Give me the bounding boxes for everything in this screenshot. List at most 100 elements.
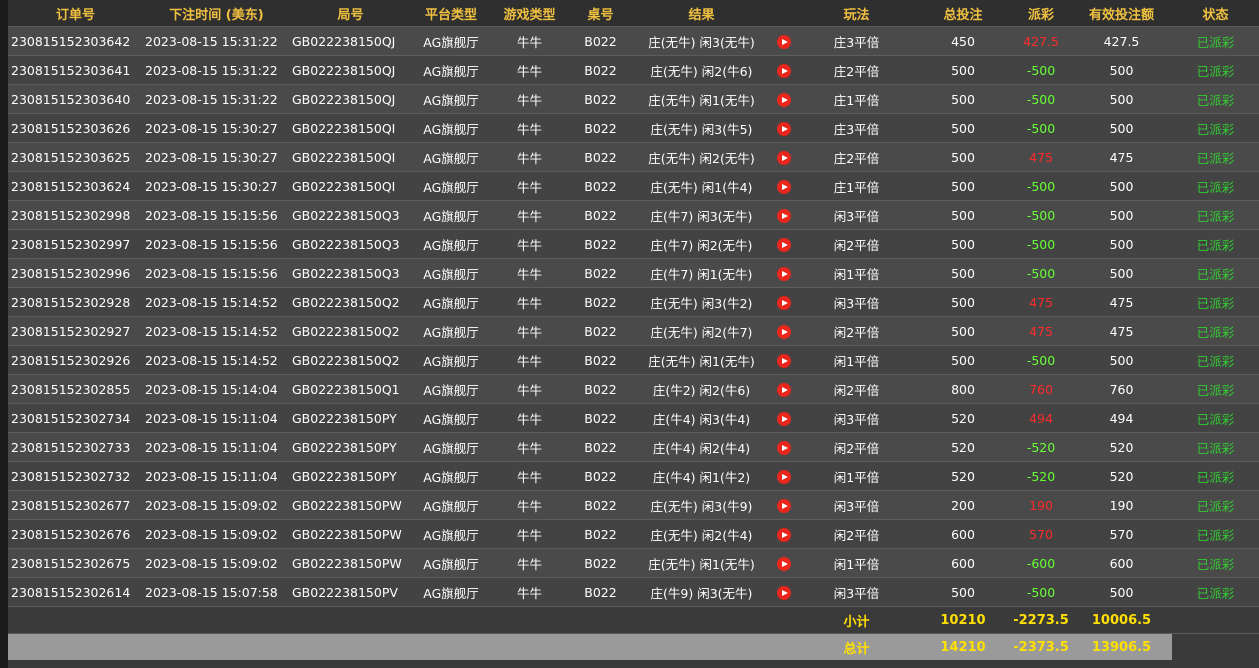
header-play-type: 玩法 [798, 0, 915, 27]
bet-time-cell: 2023-08-15 15:15:56 [143, 229, 290, 259]
table-row: 230815152302996 2023-08-15 15:15:56 GB0222… [8, 258, 1259, 288]
order-no-cell: 230815152302734 [8, 403, 143, 433]
replay-cell[interactable] [770, 577, 798, 607]
platform-cell: AG旗舰厅 [411, 490, 491, 520]
replay-cell[interactable] [770, 490, 798, 520]
replay-cell[interactable] [770, 461, 798, 491]
replay-cell[interactable] [770, 26, 798, 56]
table-no-cell: B022 [568, 316, 633, 346]
play-type-cell: 闲1平倍 [798, 345, 915, 375]
replay-play-icon[interactable] [777, 238, 791, 253]
replay-play-icon[interactable] [777, 412, 791, 427]
platform-cell: AG旗舰厅 [411, 548, 491, 578]
payout-cell: -520 [1011, 432, 1071, 462]
replay-cell[interactable] [770, 142, 798, 172]
replay-cell[interactable] [770, 287, 798, 317]
table-row: 230815152303642 2023-08-15 15:31:22 GB0222… [8, 26, 1259, 56]
replay-play-icon[interactable] [777, 209, 791, 224]
replay-cell[interactable] [770, 548, 798, 578]
round-no-cell: GB022238150QJ [290, 55, 411, 85]
total-bet-cell: 500 [915, 287, 1011, 317]
order-no-cell: 230815152302733 [8, 432, 143, 462]
total-bet-cell: 500 [915, 55, 1011, 85]
replay-play-icon[interactable] [777, 296, 791, 311]
replay-cell[interactable] [770, 403, 798, 433]
replay-play-icon[interactable] [777, 354, 791, 369]
bet-time-cell: 2023-08-15 15:15:56 [143, 258, 290, 288]
replay-cell[interactable] [770, 432, 798, 462]
table-no-cell: B022 [568, 84, 633, 114]
replay-play-icon[interactable] [777, 151, 791, 166]
game-type-cell: 牛牛 [491, 287, 568, 317]
payout-cell: -500 [1011, 258, 1071, 288]
table-row: 230815152302855 2023-08-15 15:14:04 GB0222… [8, 374, 1259, 404]
round-no-cell: GB022238150Q1 [290, 374, 411, 404]
replay-play-icon[interactable] [777, 528, 791, 543]
platform-cell: AG旗舰厅 [411, 258, 491, 288]
result-cell: 庄(牛9) 闲3(无牛) [633, 577, 770, 607]
game-type-cell: 牛牛 [491, 432, 568, 462]
total-bet-cell: 500 [915, 200, 1011, 230]
round-no-cell: GB022238150PW [290, 519, 411, 549]
table-row: 230815152302927 2023-08-15 15:14:52 GB0222… [8, 316, 1259, 346]
status-cell: 已派彩 [1172, 432, 1259, 462]
platform-cell: AG旗舰厅 [411, 403, 491, 433]
header-payout: 派彩 [1011, 0, 1071, 27]
order-no-cell: 230815152302998 [8, 200, 143, 230]
table-no-cell: B022 [568, 374, 633, 404]
replay-play-icon[interactable] [777, 35, 791, 50]
replay-play-icon[interactable] [777, 180, 791, 195]
result-cell: 庄(无牛) 闲2(牛6) [633, 55, 770, 85]
replay-cell[interactable] [770, 113, 798, 143]
replay-cell[interactable] [770, 84, 798, 114]
replay-cell[interactable] [770, 229, 798, 259]
payout-cell: 475 [1011, 287, 1071, 317]
replay-cell[interactable] [770, 345, 798, 375]
table-row: 230815152302998 2023-08-15 15:15:56 GB0222… [8, 200, 1259, 230]
table-no-cell: B022 [568, 26, 633, 56]
replay-cell[interactable] [770, 55, 798, 85]
result-cell: 庄(牛2) 闲2(牛6) [633, 374, 770, 404]
table-no-cell: B022 [568, 55, 633, 85]
replay-cell[interactable] [770, 519, 798, 549]
replay-play-icon[interactable] [777, 325, 791, 340]
bet-time-cell: 2023-08-15 15:14:52 [143, 316, 290, 346]
replay-play-icon[interactable] [777, 441, 791, 456]
replay-play-icon[interactable] [777, 93, 791, 108]
valid-bet-cell: 494 [1071, 403, 1172, 433]
table-row: 230815152303624 2023-08-15 15:30:27 GB0222… [8, 171, 1259, 201]
round-no-cell: GB022238150PW [290, 548, 411, 578]
replay-cell[interactable] [770, 258, 798, 288]
valid-bet-cell: 600 [1071, 548, 1172, 578]
replay-play-icon[interactable] [777, 586, 791, 601]
replay-play-icon[interactable] [777, 122, 791, 137]
replay-cell[interactable] [770, 171, 798, 201]
status-cell: 已派彩 [1172, 519, 1259, 549]
order-no-cell: 230815152302927 [8, 316, 143, 346]
result-cell: 庄(无牛) 闲2(牛4) [633, 519, 770, 549]
replay-play-icon[interactable] [777, 64, 791, 79]
valid-bet-cell: 500 [1071, 577, 1172, 607]
subtotal-row: 小计 10210 -2273.5 10006.5 [8, 606, 1259, 634]
platform-cell: AG旗舰厅 [411, 461, 491, 491]
payout-cell: -520 [1011, 461, 1071, 491]
replay-cell[interactable] [770, 316, 798, 346]
replay-cell[interactable] [770, 374, 798, 404]
table-row: 230815152303626 2023-08-15 15:30:27 GB0222… [8, 113, 1259, 143]
total-bet-cell: 500 [915, 229, 1011, 259]
replay-cell[interactable] [770, 200, 798, 230]
replay-play-icon[interactable] [777, 557, 791, 572]
replay-play-icon[interactable] [777, 383, 791, 398]
valid-bet-cell: 520 [1071, 432, 1172, 462]
play-type-cell: 闲2平倍 [798, 432, 915, 462]
header-status: 状态 [1172, 0, 1259, 27]
table-no-cell: B022 [568, 113, 633, 143]
result-cell: 庄(牛7) 闲3(无牛) [633, 200, 770, 230]
status-cell: 已派彩 [1172, 577, 1259, 607]
valid-bet-cell: 475 [1071, 142, 1172, 172]
replay-play-icon[interactable] [777, 499, 791, 514]
replay-play-icon[interactable] [777, 470, 791, 485]
replay-play-icon[interactable] [777, 267, 791, 282]
total-bet-cell: 450 [915, 26, 1011, 56]
play-type-cell: 闲3平倍 [798, 490, 915, 520]
